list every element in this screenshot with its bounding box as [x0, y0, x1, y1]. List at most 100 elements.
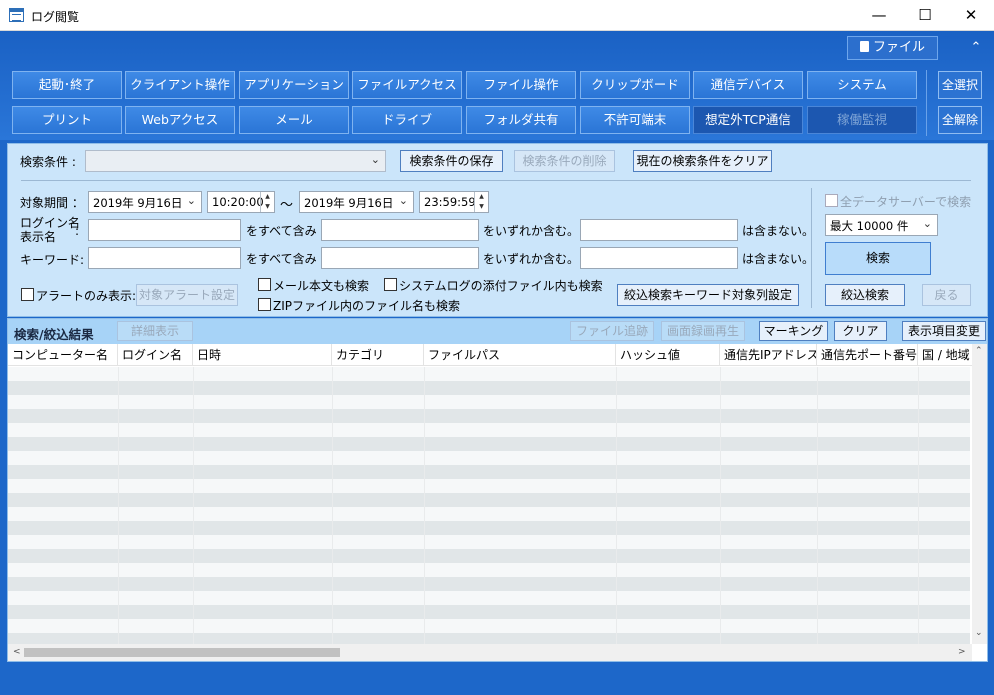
column-gridline [720, 367, 721, 645]
max-count-select[interactable]: 最大 10000 件 ⌄ [825, 214, 938, 236]
category-mail-button[interactable]: メール [239, 106, 349, 134]
back-button: 戻る [922, 284, 971, 306]
column-dest-ip[interactable]: 通信先IPアドレス [720, 344, 817, 366]
close-button[interactable]: ✕ [948, 0, 994, 31]
horizontal-scrollbar[interactable]: < > [8, 644, 972, 661]
category-client-operation-button[interactable]: クライアント操作 [125, 71, 235, 99]
chevron-down-icon: ⌄ [398, 194, 408, 207]
table-row[interactable] [8, 451, 970, 465]
category-drive-button[interactable]: ドライブ [352, 106, 462, 134]
maximize-button[interactable]: ☐ [902, 0, 948, 31]
select-all-button[interactable]: 全選択 [938, 71, 982, 99]
results-column-header: コンピューター名 ログイン名 日時 カテゴリ ファイルパス ハッシュ値 通信先I… [8, 344, 973, 366]
table-row[interactable] [8, 409, 970, 423]
category-print-button[interactable]: プリント [12, 106, 122, 134]
scroll-left-icon[interactable]: < [13, 647, 21, 657]
start-time-input[interactable]: 10:20:00 ▲ ▼ [207, 191, 275, 213]
syslog-attach-checkbox[interactable] [384, 278, 397, 291]
start-date-picker[interactable]: 2019年 9月16日 ⌄ [88, 191, 202, 213]
login-any-input[interactable] [321, 219, 479, 241]
vertical-scrollbar[interactable]: ⌃ ⌄ [972, 344, 987, 644]
end-date-picker[interactable]: 2019年 9月16日 ⌄ [299, 191, 414, 213]
table-row[interactable] [8, 549, 970, 563]
category-system-button[interactable]: システム [807, 71, 917, 99]
marking-button[interactable]: マーキング [759, 321, 828, 341]
end-time-spinner[interactable]: ▲ ▼ [474, 192, 488, 212]
category-clipboard-button[interactable]: クリップボード [580, 71, 690, 99]
narrow-search-button[interactable]: 絞込検索 [825, 284, 905, 306]
keyword-any-input[interactable] [321, 247, 479, 269]
panel-vertical-separator [811, 188, 812, 308]
keyword-exclude-input[interactable] [580, 247, 738, 269]
table-row[interactable] [8, 437, 970, 451]
table-row[interactable] [8, 535, 970, 549]
category-comm-device-button[interactable]: 通信デバイス [693, 71, 803, 99]
category-file-access-button[interactable]: ファイルアクセス [352, 71, 462, 99]
column-dest-port[interactable]: 通信先ポート番号 [817, 344, 918, 366]
login-exclude-input[interactable] [580, 219, 738, 241]
detail-view-button: 詳細表示 [117, 321, 193, 341]
alert-setting-button: 対象アラート設定 [136, 284, 238, 306]
login-all-input[interactable] [88, 219, 241, 241]
clear-condition-button[interactable]: 現在の検索条件をクリア [633, 150, 772, 172]
table-row[interactable] [8, 367, 970, 381]
keyword-all-input[interactable] [88, 247, 241, 269]
table-row[interactable] [8, 493, 970, 507]
table-row[interactable] [8, 479, 970, 493]
category-file-operation-button[interactable]: ファイル操作 [466, 71, 576, 99]
horizontal-scroll-thumb[interactable] [24, 648, 340, 657]
category-startup-button[interactable]: 起動･終了 [12, 71, 122, 99]
saved-condition-select[interactable]: ⌄ [85, 150, 386, 172]
category-folder-share-button[interactable]: フォルダ共有 [466, 106, 576, 134]
search-panel: 検索条件 : ⌄ 検索条件の保存 検索条件の削除 現在の検索条件をクリア 対象期… [7, 143, 988, 317]
column-gridline [332, 367, 333, 645]
start-date-value: 2019年 9月16日 [93, 196, 183, 210]
clear-marking-button[interactable]: クリア [834, 321, 887, 341]
collapse-ribbon-icon[interactable]: ⌃ [966, 40, 986, 56]
table-row[interactable] [8, 423, 970, 437]
table-row[interactable] [8, 591, 970, 605]
scroll-right-icon[interactable]: > [958, 647, 966, 657]
zip-names-checkbox[interactable] [258, 298, 271, 311]
column-settings-button[interactable]: 表示項目変更 [902, 321, 986, 341]
narrow-keyword-setting-button[interactable]: 絞込検索キーワード対象列設定 [617, 284, 799, 306]
start-time-spinner[interactable]: ▲ ▼ [260, 192, 274, 212]
category-web-access-button[interactable]: Webアクセス [125, 106, 235, 134]
scroll-down-icon[interactable]: ⌄ [975, 628, 983, 638]
mail-body-checkbox[interactable] [258, 278, 271, 291]
results-grid[interactable] [8, 367, 970, 645]
end-time-input[interactable]: 23:59:59 ▲ ▼ [419, 191, 489, 213]
column-file-path[interactable]: ファイルパス [424, 344, 616, 366]
screen-playback-button: 画面録画再生 [661, 321, 745, 341]
category-application-button[interactable]: アプリケーション [239, 71, 349, 99]
table-row[interactable] [8, 395, 970, 409]
table-row[interactable] [8, 507, 970, 521]
column-datetime[interactable]: 日時 [193, 344, 332, 366]
table-row[interactable] [8, 521, 970, 535]
table-row[interactable] [8, 577, 970, 591]
column-category[interactable]: カテゴリ [332, 344, 424, 366]
mail-body-label: メール本文も検索 [273, 279, 370, 293]
search-button[interactable]: 検索 [825, 242, 931, 275]
save-condition-button[interactable]: 検索条件の保存 [400, 150, 503, 172]
column-login-name[interactable]: ログイン名 [118, 344, 193, 366]
table-row[interactable] [8, 381, 970, 395]
category-unauthorized-terminal-button[interactable]: 不許可端末 [580, 106, 690, 134]
table-row[interactable] [8, 605, 970, 619]
deselect-all-button[interactable]: 全解除 [938, 106, 982, 134]
alert-only-checkbox[interactable] [21, 288, 34, 301]
file-menu-button[interactable]: ファイル [847, 36, 938, 60]
category-unexpected-tcp-button[interactable]: 想定外TCP通信 [693, 106, 803, 134]
column-computer-name[interactable]: コンピューター名 [8, 344, 118, 366]
column-country[interactable]: 国 / 地域 [918, 344, 973, 366]
table-row[interactable] [8, 619, 970, 633]
scroll-up-icon[interactable]: ⌃ [975, 346, 983, 356]
table-row[interactable] [8, 465, 970, 479]
column-gridline [424, 367, 425, 645]
column-gridline [193, 367, 194, 645]
column-hash[interactable]: ハッシュ値 [616, 344, 720, 366]
minimize-button[interactable]: — [856, 0, 902, 31]
table-row[interactable] [8, 563, 970, 577]
login-name-label: ログイン名 表示名 [20, 216, 81, 244]
login-name-colon: : [75, 224, 80, 238]
